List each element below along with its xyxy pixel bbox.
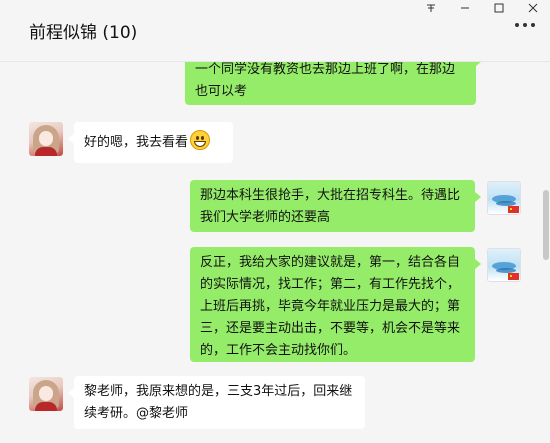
maximize-icon — [494, 3, 504, 13]
chat-title: 前程似锦 (10) — [29, 23, 138, 43]
maximize-button[interactable] — [482, 0, 516, 16]
pin-icon — [427, 4, 435, 12]
message-bubble-incoming[interactable]: 好的嗯，我去看看 — [68, 122, 233, 163]
minimize-button[interactable] — [448, 0, 482, 16]
grin-emoji-icon — [190, 130, 211, 150]
avatar-face — [39, 131, 53, 146]
my-avatar[interactable] — [487, 248, 521, 282]
message-text: 好的嗯，我去看看 — [84, 135, 189, 150]
message-text: 反正，我给大家的建议就是，第一，结合各自的实际情况，找工作；第二，有工作先找个，… — [200, 255, 461, 358]
contact-avatar[interactable] — [29, 122, 63, 156]
message-bubble-outgoing[interactable]: 反正，我给大家的建议就是，第一，结合各自的实际情况，找工作；第二，有工作先找个，… — [190, 247, 481, 362]
avatar-face — [39, 386, 53, 401]
message-text: 黎老师，我原来想的是，三支3年过后，回来继续考研。@黎老师 — [84, 384, 353, 421]
flag-star — [510, 275, 512, 277]
avatar-shirt — [35, 402, 57, 411]
message-text: 一个同学没有教资也去那边上班了啊，在那边也可以考 — [195, 62, 456, 99]
flag-star — [510, 208, 512, 210]
contact-avatar[interactable] — [29, 377, 63, 411]
minimize-icon — [461, 7, 469, 9]
pin-button[interactable] — [414, 0, 448, 16]
message-bubble-outgoing[interactable]: 那边本科生很抢手，大批在招专科生。待遇比我们大学老师的还要高 — [190, 180, 481, 232]
scrollbar[interactable] — [543, 190, 549, 260]
message-bubble-incoming[interactable]: 黎老师，我原来想的是，三支3年过后，回来继续考研。@黎老师 — [68, 376, 365, 429]
avatar-shirt — [35, 147, 57, 156]
my-avatar[interactable] — [487, 181, 521, 215]
close-icon — [528, 3, 538, 13]
close-button[interactable] — [516, 0, 550, 16]
window-controls — [414, 0, 550, 16]
chat-area: 一个同学没有教资也去那边上班了啊，在那边也可以考 好的嗯，我去看看 那边本科生很… — [0, 0, 550, 443]
more-dots-icon[interactable] — [515, 23, 535, 27]
message-text: 那边本科生很抢手，大批在招专科生。待遇比我们大学老师的还要高 — [200, 188, 461, 225]
